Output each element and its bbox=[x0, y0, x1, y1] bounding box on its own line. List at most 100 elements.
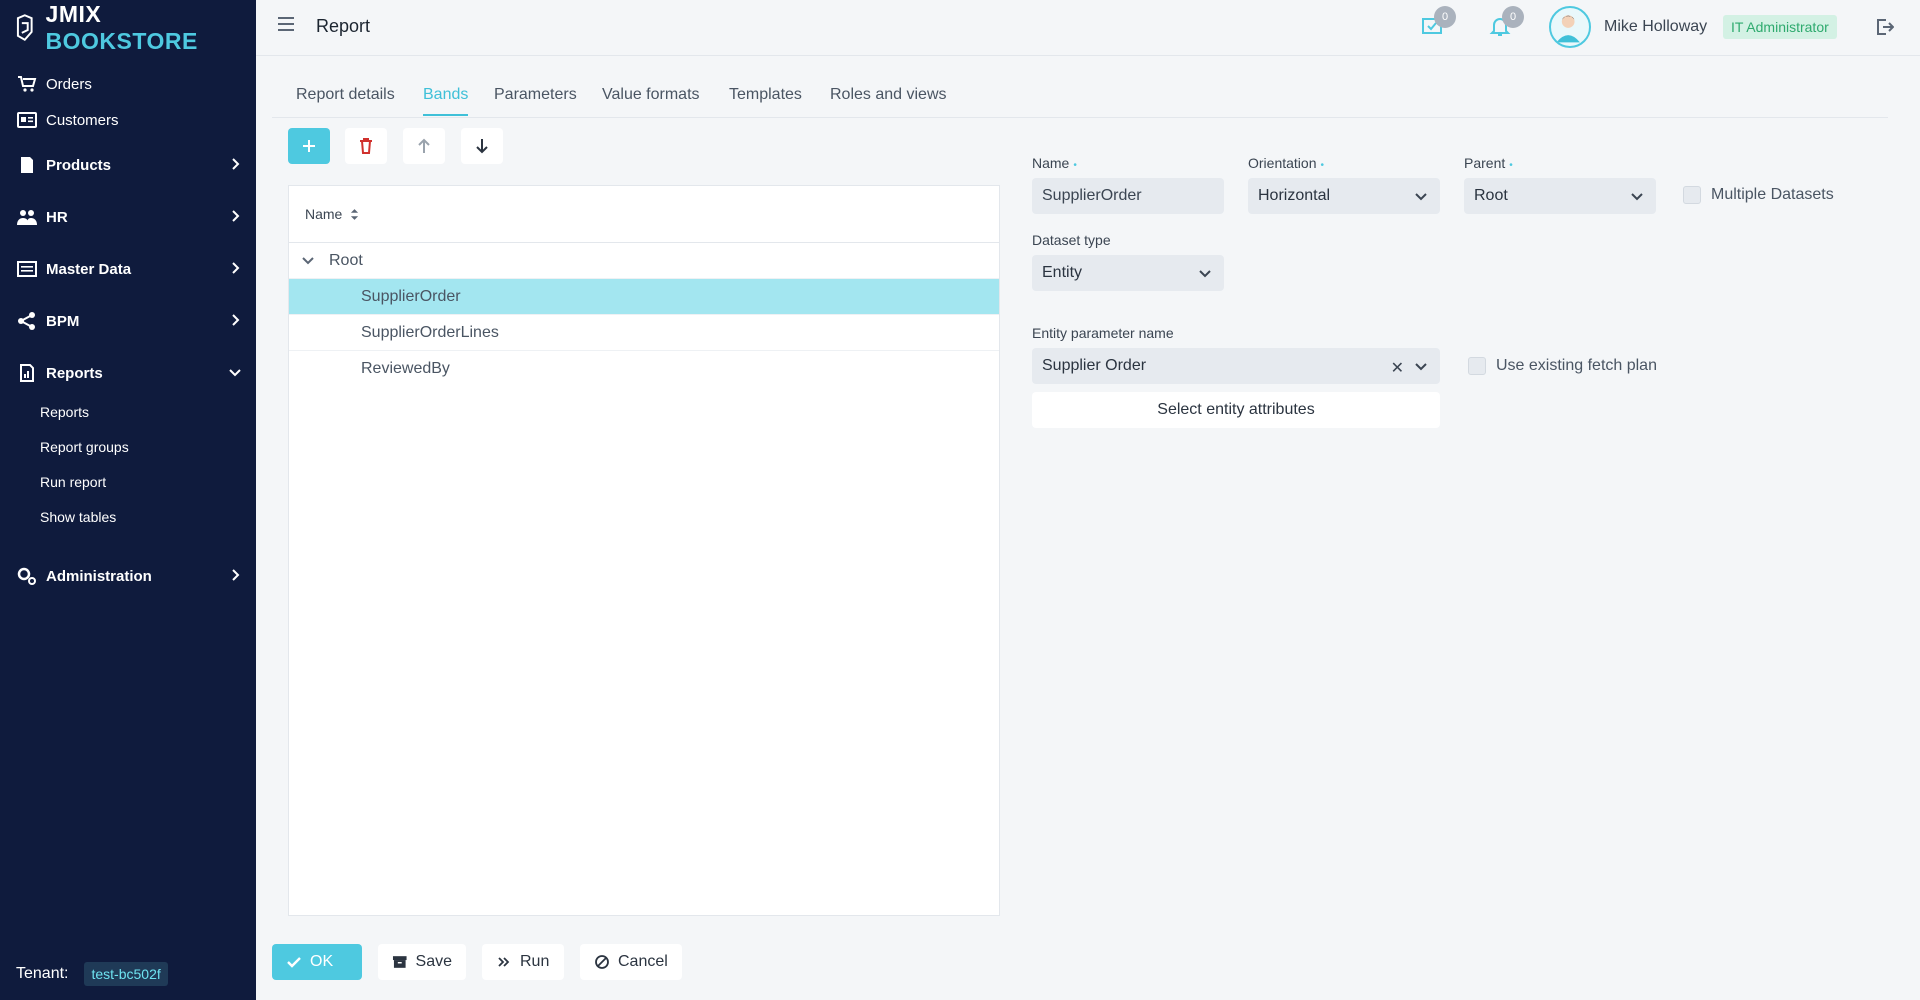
chevron-right-icon bbox=[228, 313, 242, 327]
brand-part2: BOOKSTORE bbox=[45, 28, 198, 54]
id-card-icon bbox=[16, 110, 38, 130]
tree-row-root[interactable]: Root bbox=[289, 243, 999, 279]
tree-row[interactable]: ReviewedBy bbox=[289, 351, 999, 387]
tree-header[interactable]: Name bbox=[289, 186, 999, 243]
double-chevron-right-icon bbox=[498, 957, 510, 967]
save-button[interactable]: Save bbox=[378, 944, 466, 980]
share-icon bbox=[16, 311, 38, 331]
sidebar: JMIX BOOKSTORE Orders Customers Products… bbox=[0, 0, 256, 1000]
tasks-count-badge: 0 bbox=[1434, 6, 1456, 28]
clear-icon[interactable]: ✕ bbox=[1391, 358, 1404, 378]
tab-templates[interactable]: Templates bbox=[729, 86, 802, 114]
run-button[interactable]: Run bbox=[482, 944, 564, 980]
tree-row[interactable]: SupplierOrder bbox=[289, 279, 999, 315]
sidebar-item-customers[interactable]: Customers bbox=[0, 102, 256, 138]
arrow-up-icon bbox=[418, 138, 430, 153]
plus-icon bbox=[303, 140, 315, 152]
tab-roles-and-views[interactable]: Roles and views bbox=[830, 86, 947, 114]
menu-toggle-button[interactable] bbox=[278, 17, 298, 37]
avatar[interactable] bbox=[1549, 6, 1591, 48]
check-icon bbox=[287, 957, 301, 968]
required-indicator: • bbox=[1320, 160, 1324, 171]
sidebar-item-label: Customers bbox=[46, 111, 119, 129]
checkbox-box[interactable] bbox=[1683, 186, 1701, 204]
cart-icon bbox=[16, 74, 38, 94]
arrow-down-icon bbox=[476, 139, 488, 154]
name-field[interactable]: SupplierOrder bbox=[1032, 178, 1224, 214]
jmix-logo-icon bbox=[16, 14, 33, 42]
chevron-down-icon bbox=[228, 365, 242, 379]
sidebar-item-label: Administration bbox=[46, 567, 152, 585]
chevron-right-icon bbox=[228, 261, 242, 275]
app-logo[interactable]: JMIX BOOKSTORE bbox=[0, 0, 256, 56]
chevron-right-icon bbox=[228, 568, 242, 582]
chevron-down-icon bbox=[1630, 189, 1644, 203]
multiple-datasets-checkbox[interactable]: Multiple Datasets bbox=[1683, 186, 1834, 204]
sidebar-item-administration[interactable]: Administration bbox=[0, 558, 256, 594]
user-name[interactable]: Mike Holloway bbox=[1604, 18, 1707, 36]
sidebar-subitem-reports[interactable]: Reports bbox=[40, 400, 89, 424]
add-band-button[interactable] bbox=[288, 128, 330, 164]
cancel-button[interactable]: Cancel bbox=[580, 944, 682, 980]
sidebar-subitem-show-tables[interactable]: Show tables bbox=[40, 505, 116, 529]
chevron-right-icon bbox=[228, 157, 242, 171]
notifications-button[interactable]: 0 bbox=[1488, 6, 1524, 40]
tree-row-label: SupplierOrderLines bbox=[361, 323, 499, 341]
report-icon bbox=[16, 363, 38, 383]
entity-parameter-select[interactable]: Supplier Order ✕ bbox=[1032, 348, 1440, 384]
bands-tree: Name Root SupplierOrder SupplierOrderLin… bbox=[288, 185, 1000, 916]
tab-report-details[interactable]: Report details bbox=[296, 86, 395, 114]
required-indicator: • bbox=[1509, 160, 1513, 171]
ban-icon bbox=[595, 955, 609, 969]
tasks-button[interactable]: 0 bbox=[1420, 6, 1456, 40]
sidebar-item-label: Products bbox=[46, 156, 112, 174]
logout-icon bbox=[1877, 19, 1895, 35]
top-bar: Report 0 0 Mike Holloway IT Administrato… bbox=[256, 0, 1920, 56]
tree-row-label: Root bbox=[329, 251, 363, 269]
table-icon bbox=[16, 259, 38, 279]
sidebar-item-bpm[interactable]: BPM bbox=[0, 303, 256, 339]
tree-row[interactable]: SupplierOrderLines bbox=[289, 315, 999, 351]
required-indicator: • bbox=[1073, 160, 1077, 171]
move-down-button[interactable] bbox=[461, 128, 503, 164]
tab-parameters[interactable]: Parameters bbox=[494, 86, 577, 114]
sidebar-subitem-report-groups[interactable]: Report groups bbox=[40, 435, 129, 459]
parent-select[interactable]: Root bbox=[1464, 178, 1656, 214]
role-badge: IT Administrator bbox=[1723, 15, 1837, 39]
select-entity-attributes-button[interactable]: Select entity attributes bbox=[1032, 392, 1440, 428]
entity-parameter-label: Entity parameter name bbox=[1032, 325, 1174, 341]
tab-value-formats[interactable]: Value formats bbox=[602, 86, 700, 114]
chevron-down-icon[interactable] bbox=[301, 253, 317, 269]
tab-bar: Report details Bands Parameters Value fo… bbox=[272, 72, 1888, 118]
notifications-count-badge: 0 bbox=[1502, 6, 1524, 28]
sidebar-item-label: Master Data bbox=[46, 260, 132, 278]
orientation-select[interactable]: Horizontal bbox=[1248, 178, 1440, 214]
sidebar-item-reports[interactable]: Reports bbox=[0, 355, 256, 391]
sidebar-item-master-data[interactable]: Master Data bbox=[0, 251, 256, 287]
tree-row-label: SupplierOrder bbox=[361, 287, 461, 305]
trash-icon bbox=[360, 138, 372, 154]
sidebar-item-products[interactable]: Products bbox=[0, 147, 256, 183]
chevron-right-icon bbox=[228, 209, 242, 223]
name-label: Name • bbox=[1032, 155, 1077, 171]
sidebar-subitem-run-report[interactable]: Run report bbox=[40, 470, 106, 494]
sidebar-item-orders[interactable]: Orders bbox=[0, 66, 256, 102]
logout-button[interactable] bbox=[1876, 18, 1896, 38]
dataset-type-select[interactable]: Entity bbox=[1032, 255, 1224, 291]
hamburger-icon bbox=[278, 17, 294, 19]
remove-band-button[interactable] bbox=[345, 128, 387, 164]
chevron-down-icon bbox=[1198, 266, 1212, 280]
use-existing-fetch-plan-checkbox[interactable]: Use existing fetch plan bbox=[1468, 357, 1657, 375]
users-icon bbox=[16, 207, 38, 227]
checkbox-box[interactable] bbox=[1468, 357, 1486, 375]
move-up-button[interactable] bbox=[403, 128, 445, 164]
column-header-name: Name bbox=[305, 206, 343, 222]
archive-icon bbox=[392, 956, 407, 968]
ok-button[interactable]: OK bbox=[272, 944, 362, 980]
sidebar-item-hr[interactable]: HR bbox=[0, 199, 256, 235]
sidebar-item-label: HR bbox=[46, 208, 68, 226]
chevron-down-icon bbox=[1414, 189, 1428, 203]
sidebar-item-label: Orders bbox=[46, 75, 92, 93]
tab-bands[interactable]: Bands bbox=[423, 86, 469, 116]
orientation-label: Orientation • bbox=[1248, 155, 1324, 171]
